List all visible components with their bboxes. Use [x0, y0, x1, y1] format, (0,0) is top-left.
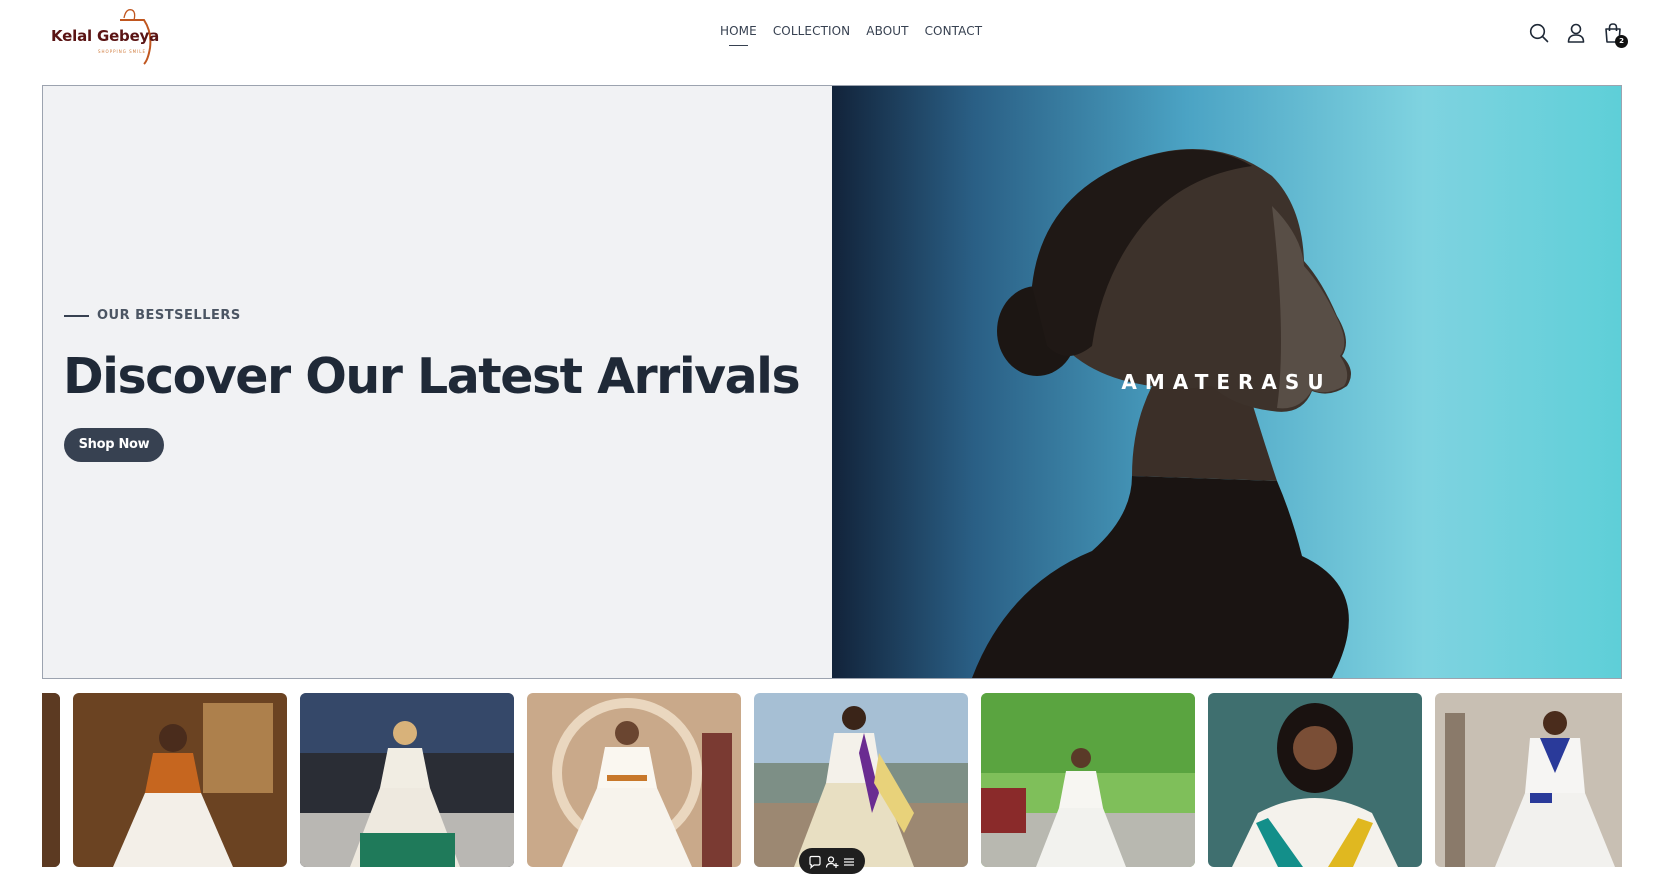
nav-home[interactable]: HOME	[720, 24, 757, 46]
nav-collection[interactable]: COLLECTION	[773, 24, 850, 38]
search-icon[interactable]	[1528, 22, 1550, 44]
header-actions: 2	[1528, 22, 1628, 48]
comment-icon[interactable]	[808, 854, 822, 870]
cart-count-badge: 2	[1615, 35, 1628, 48]
carousel-card[interactable]	[981, 693, 1195, 867]
carousel-card[interactable]	[73, 693, 287, 867]
user-icon[interactable]	[1565, 22, 1587, 44]
carousel-card[interactable]	[527, 693, 741, 867]
hero-image: AMATERASU	[832, 86, 1621, 678]
carousel-card[interactable]	[1208, 693, 1422, 867]
carousel-card[interactable]	[754, 693, 968, 867]
carousel-card[interactable]	[1435, 693, 1622, 867]
site-header: Kelal Gebeya SHOPPING SMILE HOME COLLECT…	[0, 0, 1662, 70]
product-carousel	[42, 693, 1622, 869]
logo[interactable]: Kelal Gebeya SHOPPING SMILE	[46, 6, 166, 68]
nav-about[interactable]: ABOUT	[866, 24, 908, 38]
main-nav: HOME COLLECTION ABOUT CONTACT	[720, 24, 983, 46]
logo-subtext: SHOPPING SMILE	[98, 49, 146, 54]
logo-text: Kelal Gebeya	[51, 27, 160, 45]
eyebrow-text: OUR BESTSELLERS	[97, 308, 241, 323]
eyebrow-divider	[64, 314, 89, 317]
hero-banner: OUR BESTSELLERS Discover Our Latest Arri…	[42, 85, 1622, 679]
hero-title: Discover Our Latest Arrivals	[63, 348, 801, 405]
hero-image-overlay-text: AMATERASU	[1121, 370, 1332, 394]
shop-now-button[interactable]: Shop Now	[64, 428, 164, 462]
hero-eyebrow: OUR BESTSELLERS	[64, 308, 241, 323]
floating-toolbar	[799, 848, 865, 874]
menu-icon[interactable]	[842, 854, 856, 868]
hero-text-panel: OUR BESTSELLERS Discover Our Latest Arri…	[43, 86, 832, 678]
carousel-card[interactable]	[300, 693, 514, 867]
user-add-icon[interactable]	[825, 854, 839, 868]
carousel-card[interactable]	[42, 693, 60, 867]
shopping-bag-icon[interactable]: 2	[1602, 22, 1628, 48]
nav-contact[interactable]: CONTACT	[925, 24, 983, 38]
